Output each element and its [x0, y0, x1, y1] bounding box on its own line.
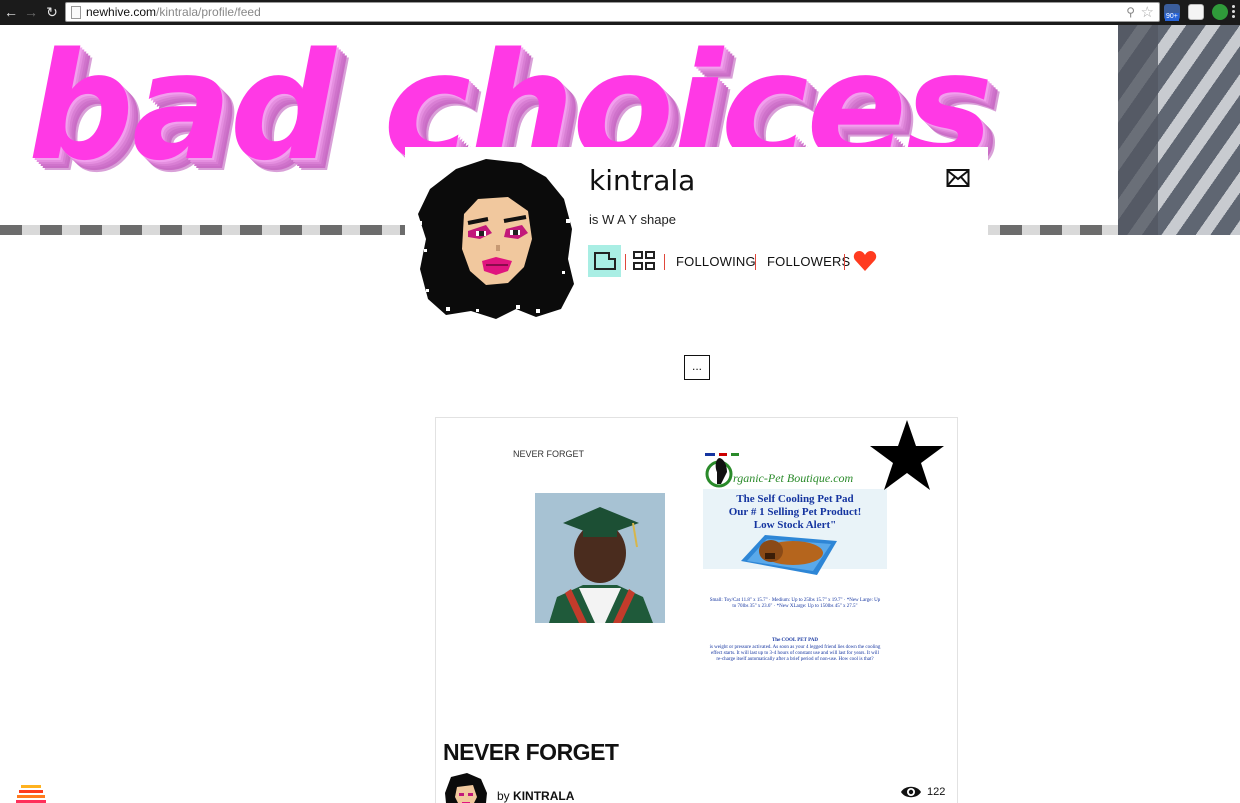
author-link[interactable]: KINTRALA	[513, 789, 574, 803]
card-title[interactable]: NEVER FORGET	[443, 739, 619, 766]
following-link[interactable]: FOLLOWING	[676, 254, 756, 269]
key-icon[interactable]: ⚲	[1126, 5, 1135, 19]
more-button[interactable]: ...	[684, 355, 710, 380]
ad-blurb: is weight or pressure activated. As soon…	[709, 645, 881, 662]
url-text: newhive.com/kintrala/profile/feed	[86, 5, 261, 19]
view-count: 122	[927, 786, 946, 798]
document-icon	[594, 252, 616, 270]
extension-globe-icon[interactable]: 90+	[1164, 4, 1180, 21]
nav-divider	[755, 254, 756, 270]
newhive-logo-icon[interactable]	[16, 783, 46, 803]
grid-view-button[interactable]	[632, 245, 658, 277]
card-byline: by KINTRALA	[497, 789, 574, 803]
by-prefix: by	[497, 789, 510, 803]
pet-boutique-logo: rganic-Pet Boutique.com	[705, 453, 854, 488]
mail-icon[interactable]	[946, 168, 970, 188]
pet-pad-ad: rganic-Pet Boutique.com The Self Cooling…	[703, 433, 887, 676]
profile-avatar[interactable]	[416, 159, 576, 319]
author-avatar[interactable]	[443, 773, 489, 803]
ad-sizes: Small: Toy/Cat 11.8" x 15.7" · Medium: U…	[709, 598, 881, 609]
dog-on-pad-photo	[741, 535, 837, 575]
nav-divider	[625, 254, 626, 270]
followers-link[interactable]: FOLLOWERS	[767, 254, 850, 269]
banner-building-photo	[1118, 25, 1240, 235]
bookmark-star-icon[interactable]: ☆	[1141, 3, 1154, 21]
graduation-photo	[535, 493, 665, 623]
profile-username: kintrala	[589, 164, 696, 197]
menu-icon[interactable]	[1232, 5, 1236, 19]
ad-subline: Our # 1 Selling Pet Product!	[728, 506, 862, 518]
feed-card[interactable]: NEVER FORGET rganic-Pet Boutique.com The…	[435, 417, 958, 803]
url-host: newhive.com	[86, 5, 157, 19]
eye-icon	[901, 786, 921, 798]
card-inner-label: NEVER FORGET	[513, 449, 585, 459]
nav-divider	[844, 254, 845, 270]
heart-icon[interactable]	[853, 245, 877, 277]
page-icon	[71, 6, 81, 19]
star-icon	[870, 420, 944, 490]
extension-square-icon[interactable]	[1188, 4, 1204, 20]
back-arrow-icon[interactable]: ←	[2, 3, 20, 21]
nav-divider	[664, 254, 665, 270]
browser-toolbar: ← → ↻ newhive.com/kintrala/profile/feed …	[0, 0, 1240, 25]
ad-blurb-title: The COOL PET PAD	[771, 638, 819, 643]
forward-arrow-icon[interactable]: →	[22, 3, 40, 21]
extension-green-icon[interactable]	[1212, 4, 1228, 20]
ad-headline: The Self Cooling Pet Pad	[736, 493, 854, 505]
extension-badge: 90+	[1165, 13, 1179, 21]
url-path: /kintrala/profile/feed	[156, 5, 261, 19]
feed-view-button[interactable]	[588, 245, 621, 277]
profile-tagline: is W A Y shape	[589, 212, 676, 227]
ad-brand: rganic-Pet Boutique.com	[733, 471, 854, 485]
reload-icon[interactable]: ↻	[43, 3, 61, 21]
address-bar[interactable]: newhive.com/kintrala/profile/feed ⚲ ☆	[65, 2, 1160, 22]
